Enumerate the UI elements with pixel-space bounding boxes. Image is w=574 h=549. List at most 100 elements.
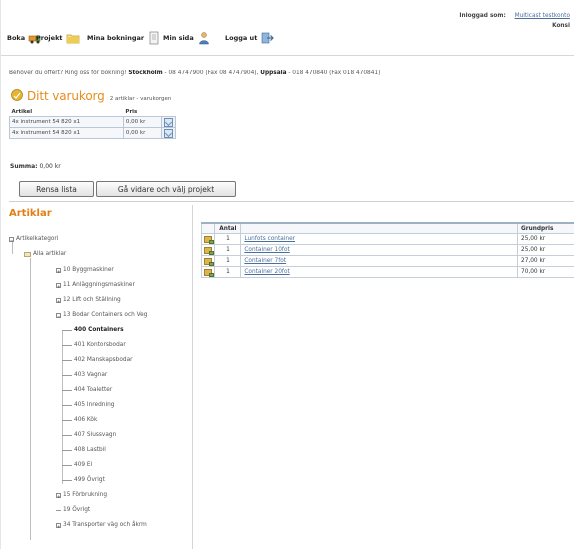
tree-connector [62, 419, 72, 421]
product-header-name [240, 222, 518, 234]
product-qty[interactable]: 1 [214, 233, 242, 245]
contact-city-2: Uppsala [260, 70, 287, 76]
product-row: 1 Lunfots container 25,00 kr [200, 233, 574, 245]
product-name-cell: Lunfots container [240, 233, 518, 245]
tree-node-kontorsbodar[interactable]: 401 Kontorsbodar [62, 342, 126, 348]
product-price: 27,00 kr [517, 255, 574, 267]
tree-node-inredning[interactable]: 405 Inredning [62, 402, 114, 408]
product-name-cell: Container 10fot [240, 244, 518, 256]
logged-in-sub: Konsi [552, 23, 570, 29]
expand-icon[interactable]: + [56, 267, 61, 274]
logout-icon [260, 31, 275, 45]
tree-connector [62, 344, 72, 346]
tree-node-label: 13 Bodar Containers och Veg [63, 312, 148, 318]
sidebar-divider [192, 205, 193, 549]
tree-node-lift-stallning[interactable]: + 12 Lift och Ställning [56, 297, 121, 304]
tree-node-byggmaskiner[interactable]: + 10 Byggmaskiner [56, 267, 114, 274]
tree-node-label: 403 Vagnar [74, 372, 108, 378]
product-header-price: Grundpris [517, 222, 574, 234]
product-row: 1 Container 20fot 70,00 kr [200, 266, 574, 278]
product-price: 25,00 kr [517, 233, 574, 245]
add-to-cart-cell[interactable] [200, 266, 216, 278]
product-link[interactable]: Container 7fot [244, 258, 286, 264]
tree-node-label: 15 Förbrukning [63, 492, 108, 498]
tree-node-forbrukning[interactable]: + 15 Förbrukning [56, 492, 108, 499]
tree-node-vagnar[interactable]: 403 Vagnar [62, 372, 107, 378]
tree-connector [62, 449, 72, 451]
tree-node-label: 405 Inredning [74, 402, 115, 408]
tree-node-label: 401 Kontorsbodar [74, 342, 126, 348]
tree-connector [62, 464, 72, 466]
add-to-cart-cell[interactable] [200, 233, 216, 245]
collapse-icon[interactable]: − [9, 236, 14, 243]
tree-node-containers[interactable]: 400 Containers [62, 327, 124, 333]
product-link[interactable]: Container 10fot [244, 247, 289, 253]
nav-logga-ut[interactable]: Logga ut [225, 30, 275, 46]
tree-connector [62, 389, 72, 391]
expand-icon[interactable]: + [56, 282, 61, 289]
product-row: 1 Container 7fot 27,00 kr [200, 255, 574, 267]
tree-node-manskapsbodar[interactable]: 402 Manskapsbodar [62, 357, 133, 363]
add-to-cart-cell[interactable] [200, 244, 216, 256]
contact-city-2-detail: - 018 470840 (Fax 018 470841) [288, 70, 381, 76]
tree-node-label: 11 Anläggningsmaskiner [63, 282, 135, 288]
tree-node-label: 404 Toaletter [74, 387, 113, 393]
product-header-icon [200, 222, 216, 234]
product-name-cell: Container 20fot [240, 266, 518, 278]
tree-node-lastbil[interactable]: 408 Lastbil [62, 447, 106, 453]
product-table: Antal Grundpris 1 Lunfots container 25,0… [200, 222, 574, 278]
tree-node-19-ovrigt[interactable]: 19 Övrigt [56, 507, 90, 513]
product-qty[interactable]: 1 [214, 255, 242, 267]
collapse-icon[interactable]: − [56, 312, 61, 319]
tree-node-label: Artikelkategori [16, 236, 59, 242]
tree-connector [62, 359, 72, 361]
expand-icon[interactable]: + [56, 297, 61, 304]
tree-node-toaletter[interactable]: 404 Toaletter [62, 387, 112, 393]
tree-connector [62, 479, 72, 481]
expand-icon[interactable]: + [56, 492, 61, 499]
tree-node-label: 407 Slussvagn [74, 432, 117, 438]
product-link[interactable]: Container 20fot [244, 269, 289, 275]
tree-node-anlaggningsmaskiner[interactable]: + 11 Anläggningsmaskiner [56, 282, 135, 289]
tree-connector [62, 404, 72, 406]
product-row: 1 Container 10fot 25,00 kr [200, 244, 574, 256]
tree-node-kok[interactable]: 406 Kök [62, 417, 97, 423]
tree-node-artikelkategori[interactable]: − Artikelkategori [9, 236, 59, 243]
add-to-cart-icon[interactable] [204, 246, 214, 255]
tree-connector [62, 434, 72, 436]
tree-node-label: 34 Transporter väg och åkrm [63, 522, 147, 528]
product-link[interactable]: Lunfots container [244, 236, 295, 242]
tree-connector [56, 509, 61, 511]
product-name-cell: Container 7fot [240, 255, 518, 267]
tree-node-label: Alla artiklar [33, 251, 67, 257]
tree-connector [62, 374, 72, 376]
user-icon [197, 31, 211, 45]
add-to-cart-icon[interactable] [204, 257, 214, 266]
tree-node-bodar-containers[interactable]: − 13 Bodar Containers och Veg [56, 312, 148, 319]
tree-node-el[interactable]: 409 El [62, 462, 92, 468]
category-tree: − Artikelkategori Alla artiklar + 10 Byg… [1, 0, 191, 549]
product-qty[interactable]: 1 [214, 244, 242, 256]
tree-node-alla-artiklar[interactable]: Alla artiklar [24, 251, 66, 257]
add-to-cart-cell[interactable] [200, 255, 216, 267]
logged-in-block: Inloggad som: Multicast testkonto Konsi [459, 12, 570, 31]
product-qty[interactable]: 1 [214, 266, 242, 278]
tree-node-label: 402 Manskapsbodar [74, 357, 133, 363]
tree-node-ovrigt[interactable]: 499 Övrigt [62, 477, 105, 483]
tree-node-label: 12 Lift och Ställning [63, 297, 121, 303]
tree-line [12, 242, 13, 254]
nav-logga-ut-label: Logga ut [225, 34, 258, 42]
tree-node-label: 409 El [74, 462, 93, 468]
expand-icon[interactable]: + [56, 522, 61, 529]
tree-node-transporter[interactable]: + 34 Transporter väg och åkrm [56, 522, 147, 529]
tree-node-label: 400 Containers [74, 327, 124, 333]
product-price: 70,00 kr [517, 266, 574, 278]
folder-icon [24, 251, 31, 257]
add-to-cart-icon[interactable] [204, 268, 214, 277]
tree-node-label: 408 Lastbil [74, 447, 106, 453]
tree-node-slussvagn[interactable]: 407 Slussvagn [62, 432, 116, 438]
logged-in-label: Inloggad som: [459, 13, 506, 19]
logged-in-user-link[interactable]: Multicast testkonto [515, 13, 570, 19]
add-to-cart-icon[interactable] [204, 235, 214, 244]
tree-node-label: 10 Byggmaskiner [63, 267, 114, 273]
